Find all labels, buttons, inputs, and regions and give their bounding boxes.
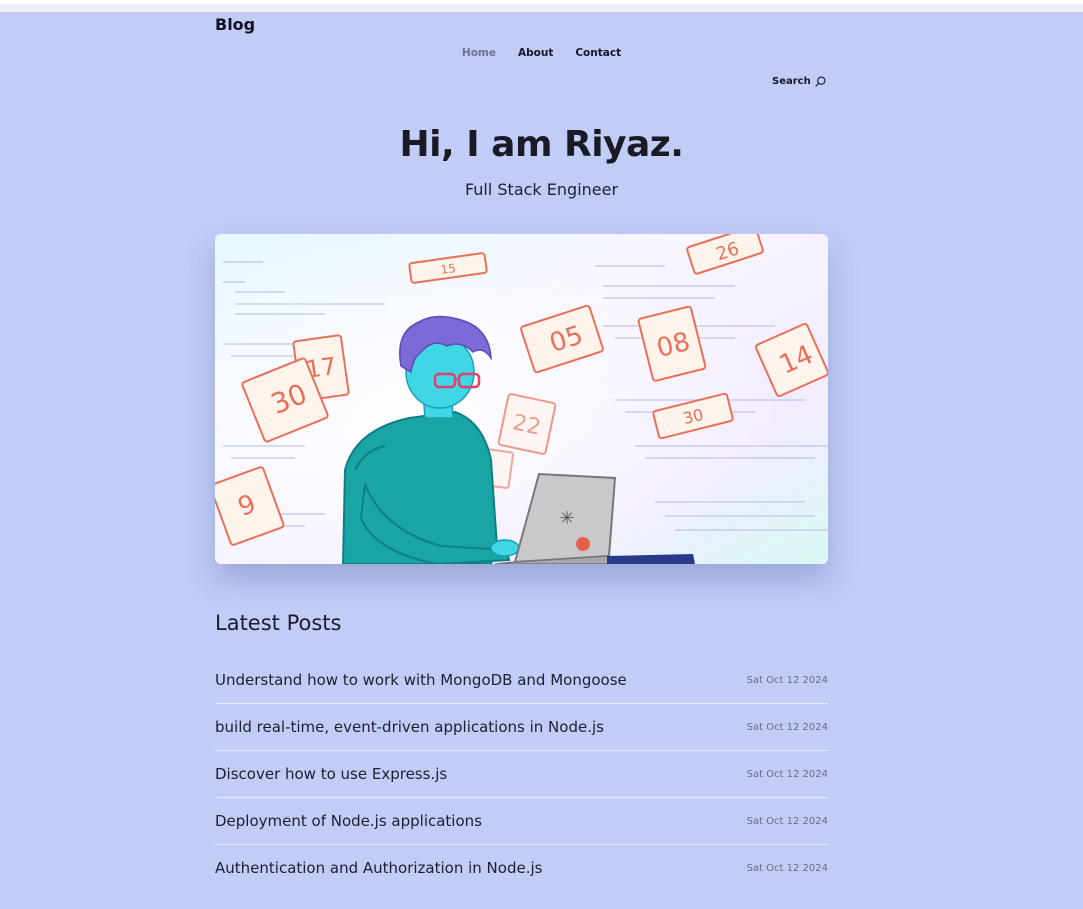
- hero-subtitle: Full Stack Engineer: [464, 180, 619, 199]
- page: Blog Home About Contact Search Hi, I am …: [0, 12, 1083, 909]
- post-item[interactable]: Understand how to work with MongoDB and …: [215, 657, 828, 704]
- svg-text:15: 15: [440, 261, 457, 277]
- nav-contact[interactable]: Contact: [575, 47, 621, 59]
- post-title[interactable]: Discover how to use Express.js: [215, 765, 447, 783]
- post-item[interactable]: Deployment of Node.js applications Sat O…: [215, 798, 828, 845]
- post-item[interactable]: Discover how to use Express.js Sat Oct 1…: [215, 751, 828, 798]
- brand-logo[interactable]: Blog: [215, 15, 255, 34]
- nav-about[interactable]: About: [518, 47, 553, 59]
- search-button[interactable]: Search: [772, 76, 826, 87]
- post-date: Sat Oct 12 2024: [746, 674, 828, 686]
- main-nav: Home About Contact: [0, 47, 1083, 59]
- post-title[interactable]: Understand how to work with MongoDB and …: [215, 671, 627, 689]
- post-title[interactable]: Authentication and Authorization in Node…: [215, 859, 542, 877]
- post-item[interactable]: Authentication and Authorization in Node…: [215, 845, 828, 891]
- post-title[interactable]: build real-time, event-driven applicatio…: [215, 718, 604, 736]
- post-date: Sat Oct 12 2024: [746, 815, 828, 827]
- latest-posts-title: Latest Posts: [215, 611, 342, 635]
- developer-illustration: 15 26 05 08 14 17 30 22 30 9 ✳: [215, 234, 828, 564]
- post-title[interactable]: Deployment of Node.js applications: [215, 812, 482, 830]
- hero-title: Hi, I am Riyaz.: [399, 124, 684, 165]
- post-date: Sat Oct 12 2024: [746, 768, 828, 780]
- search-label: Search: [772, 76, 811, 87]
- nav-home[interactable]: Home: [462, 47, 496, 59]
- search-icon: [815, 76, 826, 87]
- svg-text:✳: ✳: [559, 508, 574, 529]
- post-date: Sat Oct 12 2024: [746, 721, 828, 733]
- browser-top-band: [0, 4, 1083, 12]
- post-item[interactable]: build real-time, event-driven applicatio…: [215, 704, 828, 751]
- post-date: Sat Oct 12 2024: [746, 862, 828, 874]
- hero-illustration: 15 26 05 08 14 17 30 22 30 9 ✳: [215, 234, 828, 564]
- posts-list: Understand how to work with MongoDB and …: [215, 657, 828, 891]
